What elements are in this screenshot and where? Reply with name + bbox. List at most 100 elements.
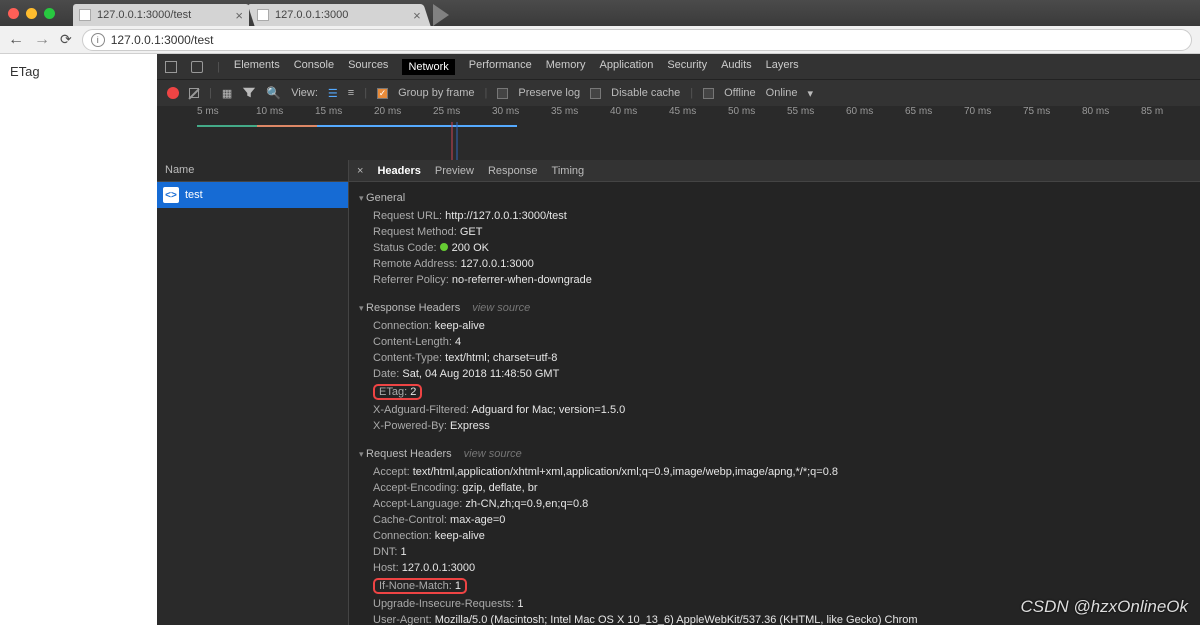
panel-tab-performance[interactable]: Performance — [469, 59, 532, 75]
panel-tab-console[interactable]: Console — [294, 59, 334, 75]
request-name: test — [185, 189, 203, 201]
offline-checkbox[interactable] — [703, 88, 714, 99]
page-icon — [79, 9, 91, 21]
detail-tab-response[interactable]: Response — [488, 165, 538, 177]
timeline-tick: 40 ms — [610, 106, 669, 122]
view-small-icon[interactable]: ≡ — [348, 87, 354, 99]
maximize-icon[interactable] — [44, 8, 55, 19]
timeline-tick: 15 ms — [315, 106, 374, 122]
request-detail: × Headers Preview Response Timing General R… — [349, 160, 1200, 625]
timeline-tick: 80 ms — [1082, 106, 1141, 122]
camera-icon[interactable]: ▦ — [222, 87, 232, 100]
remote-address: Remote Address: 127.0.0.1:3000 — [359, 256, 1190, 272]
panel-tab-sources[interactable]: Sources — [348, 59, 388, 75]
filter-icon[interactable] — [242, 86, 256, 100]
page-body-text: ETag — [10, 64, 40, 79]
timeline-tick: 45 ms — [669, 106, 728, 122]
name-column-header[interactable]: Name — [157, 160, 348, 182]
close-icon[interactable] — [8, 8, 19, 19]
request-accept-encoding: Accept-Encoding: gzip, deflate, br — [359, 480, 1190, 496]
response-connection: Connection: keep-alive — [359, 318, 1190, 334]
detail-tab-preview[interactable]: Preview — [435, 165, 474, 177]
address-bar[interactable]: i 127.0.0.1:3000/test — [82, 29, 1192, 51]
timeline-tick: 85 m — [1141, 106, 1200, 122]
url-text: 127.0.0.1:3000/test — [111, 33, 214, 47]
general-section-header[interactable]: General — [359, 192, 1190, 204]
timeline-tick: 75 ms — [1023, 106, 1082, 122]
request-method: Request Method: GET — [359, 224, 1190, 240]
panel-tab-audits[interactable]: Audits — [721, 59, 752, 75]
preserve-log-checkbox[interactable] — [497, 88, 508, 99]
browser-tabs: 127.0.0.1:3000/test × 127.0.0.1:3000 × — [73, 0, 449, 26]
reload-button[interactable]: ⟳ — [60, 31, 72, 48]
timeline-tick: 60 ms — [846, 106, 905, 122]
close-tab-icon[interactable]: × — [413, 8, 421, 23]
search-icon[interactable]: 🔍 — [266, 86, 281, 100]
response-headers-section-header[interactable]: Response Headersview source — [359, 302, 1190, 314]
request-cache-control: Cache-Control: max-age=0 — [359, 512, 1190, 528]
panel-tab-security[interactable]: Security — [667, 59, 707, 75]
detail-tab-timing[interactable]: Timing — [552, 165, 585, 177]
panel-tab-application[interactable]: Application — [600, 59, 654, 75]
preserve-log-label: Preserve log — [518, 87, 580, 99]
record-icon[interactable] — [167, 87, 179, 99]
timeline-tick: 50 ms — [728, 106, 787, 122]
device-toggle-icon[interactable] — [191, 61, 203, 73]
view-source-link[interactable]: view source — [464, 448, 522, 460]
timeline-tick: 70 ms — [964, 106, 1023, 122]
request-url: Request URL: http://127.0.0.1:3000/test — [359, 208, 1190, 224]
response-x-adguard: X-Adguard-Filtered: Adguard for Mac; ver… — [359, 402, 1190, 418]
minimize-icon[interactable] — [26, 8, 37, 19]
close-tab-icon[interactable]: × — [235, 8, 243, 23]
request-host: Host: 127.0.0.1:3000 — [359, 560, 1190, 576]
browser-tab-active[interactable]: 127.0.0.1:3000/test × — [73, 4, 249, 26]
timeline-tick: 55 ms — [787, 106, 846, 122]
info-icon[interactable]: i — [91, 33, 105, 47]
devtools-panel-tabs: | ElementsConsoleSourcesNetworkPerforman… — [157, 54, 1200, 80]
tab-title: 127.0.0.1:3000/test — [97, 9, 243, 21]
response-content-type: Content-Type: text/html; charset=utf-8 — [359, 350, 1190, 366]
browser-toolbar: ← → ⟳ i 127.0.0.1:3000/test — [0, 26, 1200, 54]
view-label: View: — [291, 87, 318, 99]
traffic-lights — [8, 8, 55, 19]
page-icon — [257, 9, 269, 21]
view-large-icon[interactable]: ☰ — [328, 87, 338, 100]
panel-tab-layers[interactable]: Layers — [766, 59, 799, 75]
online-label[interactable]: Online — [766, 87, 798, 99]
throttle-dropdown-icon[interactable]: ▾ — [807, 87, 813, 100]
disable-cache-label: Disable cache — [611, 87, 680, 99]
page-content: ETag — [0, 54, 157, 625]
view-source-link[interactable]: view source — [472, 302, 530, 314]
group-by-frame-checkbox[interactable]: ✓ — [377, 88, 388, 99]
network-timeline[interactable]: 5 ms10 ms15 ms20 ms25 ms30 ms35 ms40 ms4… — [157, 106, 1200, 160]
watermark: CSDN @hzxOnlineOk — [1021, 597, 1188, 617]
network-toolbar: | ▦ 🔍 View: ☰ ≡ | ✓ Group by frame | Pre… — [157, 80, 1200, 106]
browser-tab[interactable]: 127.0.0.1:3000 × — [247, 4, 430, 26]
request-accept-language: Accept-Language: zh-CN,zh;q=0.9,en;q=0.8 — [359, 496, 1190, 512]
timeline-tick: 20 ms — [374, 106, 433, 122]
file-icon: <> — [163, 187, 179, 203]
response-content-length: Content-Length: 4 — [359, 334, 1190, 350]
detail-tab-headers[interactable]: Headers — [377, 165, 420, 177]
new-tab-button[interactable] — [433, 4, 449, 26]
request-headers-section-header[interactable]: Request Headersview source — [359, 448, 1190, 460]
panel-tab-network[interactable]: Network — [402, 59, 454, 75]
group-by-frame-label: Group by frame — [398, 87, 474, 99]
close-detail-icon[interactable]: × — [357, 165, 363, 177]
timeline-tick: 10 ms — [256, 106, 315, 122]
back-button[interactable]: ← — [8, 31, 24, 49]
request-accept: Accept: text/html,application/xhtml+xml,… — [359, 464, 1190, 480]
devtools-panel: | ElementsConsoleSourcesNetworkPerforman… — [157, 54, 1200, 625]
timeline-tick: 30 ms — [492, 106, 551, 122]
tab-title: 127.0.0.1:3000 — [275, 9, 421, 21]
forward-button[interactable]: → — [34, 31, 50, 49]
inspect-icon[interactable] — [165, 61, 177, 73]
panel-tab-elements[interactable]: Elements — [234, 59, 280, 75]
disable-cache-checkbox[interactable] — [590, 88, 601, 99]
response-etag: ETag: 2 — [359, 382, 1190, 402]
clear-icon[interactable] — [189, 88, 199, 98]
panel-tab-memory[interactable]: Memory — [546, 59, 586, 75]
response-date: Date: Sat, 04 Aug 2018 11:48:50 GMT — [359, 366, 1190, 382]
timeline-tick: 5 ms — [197, 106, 256, 122]
request-row[interactable]: <> test — [157, 182, 348, 208]
